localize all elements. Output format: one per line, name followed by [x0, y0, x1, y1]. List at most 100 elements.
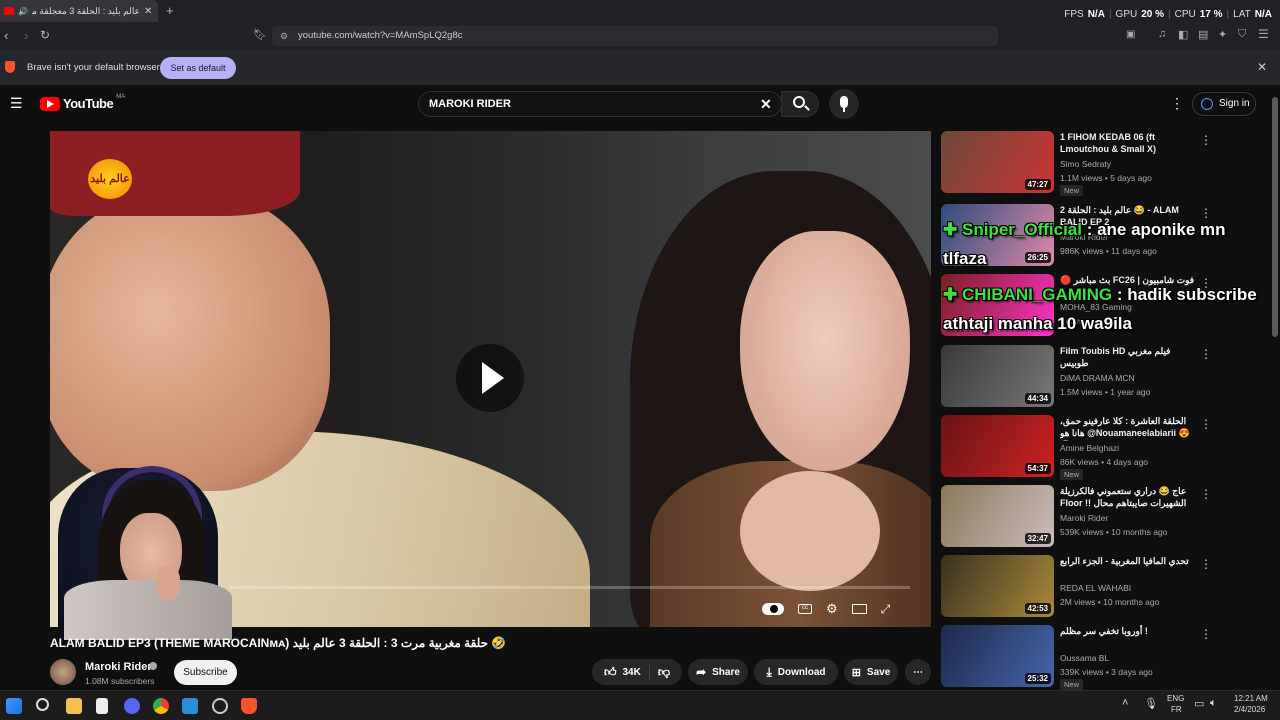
- progress-bar[interactable]: [230, 586, 910, 589]
- tab-active[interactable]: 🔊 عالم بليد : الحلقة 3 معجلقة مضر ✕: [0, 0, 158, 22]
- guide-menu-icon[interactable]: ☰: [10, 95, 23, 112]
- clock-time[interactable]: 12:21 AM: [1234, 694, 1268, 703]
- theater-mode-icon[interactable]: [851, 604, 867, 614]
- like-button[interactable]: 👍︎ 34K: [604, 664, 650, 680]
- leo-ai-icon[interactable]: ✦: [1218, 28, 1227, 41]
- video-channel[interactable]: Maroki Rider: [1060, 513, 1108, 523]
- video-thumbnail[interactable]: 47:27: [941, 131, 1054, 193]
- tab-title: عالم بليد : الحلقة 3 معجلقة مضر: [32, 5, 140, 16]
- video-menu-icon[interactable]: ⋮: [1200, 557, 1212, 571]
- recommended-video[interactable]: 47:27 1 FIHOM KEDAB 06 (ft Lmoutchou & Sm…: [941, 131, 1261, 196]
- address-input[interactable]: ⚙ youtube.com/watch?v=MAmSpLQ2g8c: [272, 26, 998, 46]
- more-options-icon[interactable]: ⋮: [1170, 95, 1184, 112]
- chrome-icon[interactable]: [153, 698, 169, 714]
- media-icon[interactable]: ♫: [1158, 28, 1166, 40]
- forward-icon[interactable]: ›: [24, 28, 28, 43]
- channel-name[interactable]: Maroki Rider: [85, 661, 152, 673]
- video-menu-icon[interactable]: ⋮: [1200, 487, 1212, 501]
- recommended-video[interactable]: 44:34 Film Toubis HD فيلم مغربي طوبيس DiMA…: [941, 345, 1261, 409]
- obs-icon[interactable]: [212, 698, 228, 714]
- video-menu-icon[interactable]: ⋮: [1200, 417, 1212, 431]
- video-menu-icon[interactable]: ⋮: [1200, 627, 1212, 641]
- recommended-video[interactable]: 54:37 الحلقة العاشرة : كلا عارفينو حمق، ه…: [941, 415, 1261, 480]
- youtube-logo[interactable]: YouTube MA: [40, 94, 125, 111]
- new-tab-icon[interactable]: +: [166, 3, 174, 18]
- recommended-video[interactable]: 42:53 تحدي المافيا المغربية - الجزء الراب…: [941, 555, 1261, 619]
- speaker-icon[interactable]: 🔊: [18, 7, 28, 16]
- clear-search-icon[interactable]: ✕: [760, 92, 772, 116]
- fullscreen-icon[interactable]: ⤢: [881, 602, 891, 617]
- lang-bottom[interactable]: FR: [1171, 705, 1182, 714]
- verified-badge-icon: [149, 662, 157, 670]
- set-default-button[interactable]: Set as default: [160, 57, 236, 79]
- bookmark-icon[interactable]: 🔖︎: [253, 28, 267, 41]
- autoplay-toggle-icon[interactable]: [762, 603, 784, 615]
- brave-taskbar-icon[interactable]: [241, 698, 257, 714]
- network-icon[interactable]: ▭: [1194, 697, 1204, 710]
- wallet-icon[interactable]: ▤: [1198, 28, 1208, 41]
- file-explorer-icon[interactable]: [66, 698, 82, 714]
- save-button[interactable]: ⊞ Save: [844, 659, 898, 685]
- download-button[interactable]: ⤓ Download: [754, 659, 838, 685]
- start-windows-icon[interactable]: [6, 698, 22, 714]
- sign-in-button[interactable]: Sign in: [1192, 92, 1256, 116]
- subscribe-button[interactable]: Subscribe: [174, 660, 237, 685]
- search-button[interactable]: [781, 91, 819, 117]
- video-title[interactable]: عاج 😂 دراري ستعموني فالكرزيلة Floor !! ا…: [1060, 485, 1200, 511]
- vpn-icon[interactable]: ⛉: [1238, 28, 1246, 41]
- dislike-button[interactable]: 👎︎: [656, 665, 670, 680]
- video-thumbnail[interactable]: 25:32: [941, 625, 1054, 687]
- app-icon[interactable]: [182, 698, 198, 714]
- recommended-video[interactable]: 25:32 أوروبا تخفي سر مظلم ! Oussama BL 339K…: [941, 625, 1261, 690]
- video-thumbnail[interactable]: 54:37: [941, 415, 1054, 477]
- video-channel[interactable]: Oussama BL: [1060, 653, 1109, 663]
- chat-message-2-line2: athtaji manha 10 wa9ila: [943, 314, 1132, 333]
- captions-icon[interactable]: cc: [798, 604, 812, 614]
- lang-top[interactable]: ENG: [1167, 694, 1184, 703]
- clock-date[interactable]: 2/4/2026: [1234, 705, 1265, 714]
- sidebar-toggle-icon[interactable]: ▣: [1126, 29, 1135, 40]
- share-button[interactable]: ➦ Share: [688, 659, 748, 685]
- voice-search-button[interactable]: [829, 89, 859, 119]
- video-thumbnail[interactable]: 32:47: [941, 485, 1054, 547]
- save-playlist-icon: ⊞: [851, 666, 861, 679]
- video-menu-icon[interactable]: ⋮: [1200, 133, 1212, 147]
- settings-gear-icon[interactable]: ⚙: [826, 601, 838, 617]
- more-actions-button[interactable]: ⋯: [905, 659, 931, 685]
- play-button[interactable]: [456, 344, 524, 412]
- menu-icon[interactable]: ☰: [1258, 27, 1269, 41]
- video-thumbnail[interactable]: 44:34: [941, 345, 1054, 407]
- video-title[interactable]: Film Toubis HD فيلم مغربي طوبيس: [1060, 345, 1200, 369]
- channel-avatar[interactable]: [50, 659, 76, 685]
- video-title[interactable]: أوروبا تخفي سر مظلم !: [1060, 625, 1200, 637]
- video-channel[interactable]: REDA EL WAHABI: [1060, 583, 1131, 593]
- video-thumbnail[interactable]: 42:53: [941, 555, 1054, 617]
- tray-chevron-icon[interactable]: ˄: [1122, 697, 1128, 709]
- discord-icon[interactable]: [124, 698, 140, 714]
- video-channel[interactable]: Amine Belghazi: [1060, 443, 1119, 453]
- video-channel[interactable]: DiMA DRAMA MCN: [1060, 373, 1135, 383]
- reader-icon[interactable]: ◧: [1178, 28, 1188, 41]
- volume-icon[interactable]: 🔈︎: [1210, 697, 1217, 710]
- page-scrollbar[interactable]: [1272, 97, 1278, 337]
- chat-message-1: ✚ Sniper_Official : ane aponike mn: [943, 219, 1226, 241]
- video-title[interactable]: تحدي المافيا المغربية - الجزء الرابع: [1060, 555, 1200, 567]
- subscriber-count: 1.08M subscribers: [85, 676, 155, 686]
- search-taskbar-icon[interactable]: [36, 698, 49, 711]
- cpu-value: 17 %: [1199, 8, 1223, 20]
- video-title[interactable]: الحلقة العاشرة : كلا عارفينو حمق، هانا ه…: [1060, 415, 1200, 441]
- video-channel[interactable]: Simo Sedraty: [1060, 159, 1111, 169]
- close-infobar-icon[interactable]: ✕: [1257, 60, 1267, 74]
- video-menu-icon[interactable]: ⋮: [1200, 347, 1212, 361]
- microphone-tray-icon[interactable]: 🎙︎: [1144, 697, 1158, 710]
- video-menu-icon[interactable]: ⋮: [1200, 206, 1212, 220]
- video-title[interactable]: 1 FIHOM KEDAB 06 (ft Lmoutchou & Small X…: [1060, 131, 1200, 155]
- video-duration: 54:37: [1024, 463, 1051, 474]
- site-info-icon[interactable]: ⚙: [280, 26, 288, 46]
- recommended-video[interactable]: 32:47 عاج 😂 دراري ستعموني فالكرزيلة Floor…: [941, 485, 1261, 549]
- notepad-icon[interactable]: [96, 698, 108, 714]
- search-input[interactable]: MAROKI RIDER ✕: [418, 91, 782, 117]
- close-tab-icon[interactable]: ✕: [144, 6, 152, 17]
- reload-icon[interactable]: ↻: [40, 28, 50, 42]
- back-icon[interactable]: ‹: [4, 28, 8, 43]
